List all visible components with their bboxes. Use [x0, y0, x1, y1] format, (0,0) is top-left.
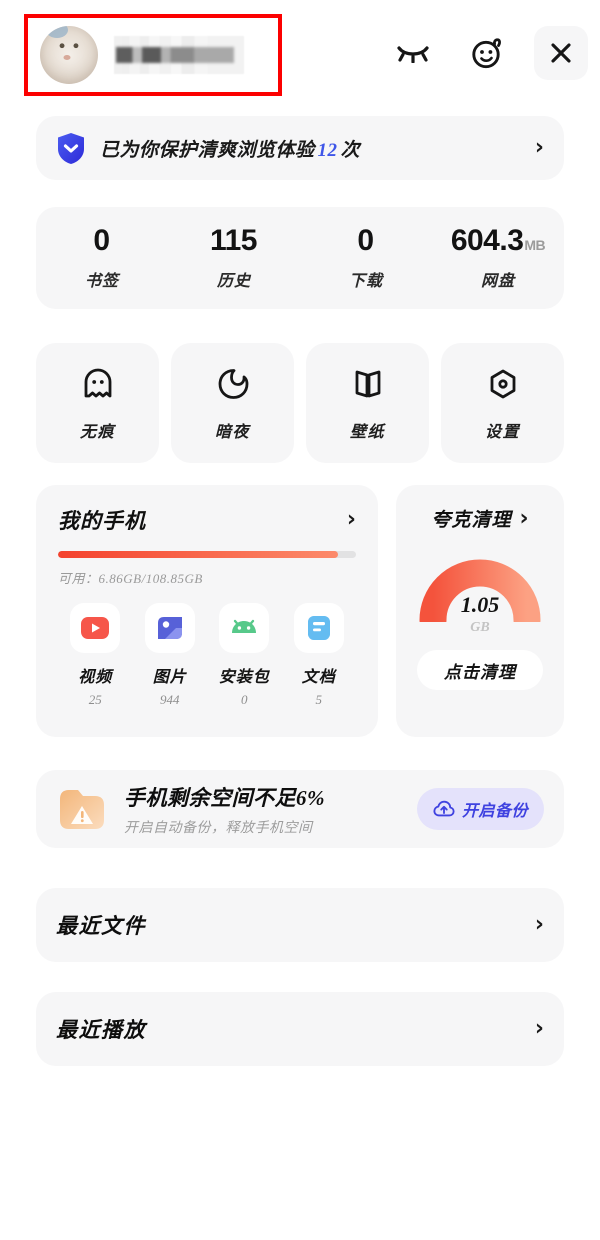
moon-icon	[218, 369, 248, 399]
clean-now-button[interactable]: 点击清理	[417, 650, 543, 690]
hexnut-icon	[490, 369, 515, 399]
storage-available-label: 可用：	[58, 571, 99, 586]
header-actions	[386, 26, 588, 80]
recent-played-row[interactable]: 最近播放 ›	[36, 992, 564, 1066]
file-category-label: 安装包	[218, 669, 270, 686]
video-icon	[81, 617, 110, 639]
chevron-right-icon[interactable]: ›	[347, 509, 356, 531]
recent-files-row[interactable]: 最近文件 ›	[36, 888, 564, 962]
recent-files-label: 最近文件	[56, 914, 146, 938]
storage-available-text: 可用：6.86GB/108.85GB	[58, 568, 356, 587]
stat-value: 115	[210, 223, 257, 257]
protection-banner[interactable]: 已为你保护清爽浏览体验 12 次 ›	[36, 116, 564, 180]
quark-my-page: 已为你保护清爽浏览体验 12 次 › 0 书签 115 历史 0 下载 604.3M…	[0, 0, 600, 1240]
stat-label: 历史	[216, 272, 251, 290]
image-icon-wrap	[144, 603, 195, 653]
android-icon-wrap	[219, 603, 270, 653]
stat-label: 下载	[348, 272, 383, 290]
tool-night-mode[interactable]: 暗夜	[171, 343, 294, 463]
profile-highlight-box[interactable]	[24, 14, 282, 96]
tool-incognito[interactable]: 无痕	[36, 343, 159, 463]
stat-label: 书签	[84, 272, 119, 290]
shield-icon	[56, 132, 86, 165]
enable-backup-button[interactable]: 开启备份	[416, 788, 544, 830]
file-category-label: 视频	[78, 669, 113, 686]
close-icon	[551, 43, 571, 63]
chevron-right-icon[interactable]: ›	[519, 507, 528, 530]
stats-card: 0 书签 115 历史 0 下载 604.3MB 网盘	[36, 207, 564, 309]
file-category-count: 5	[315, 692, 323, 707]
file-category-count: 0	[241, 692, 248, 707]
protection-text-main: 已为你保护清爽浏览体验	[100, 139, 315, 161]
chevron-right-icon: ›	[534, 135, 544, 160]
backup-title: 手机剩余空间不足6%	[124, 785, 325, 810]
stat-history[interactable]: 115 历史	[168, 223, 300, 291]
file-category-count: 25	[88, 692, 102, 707]
header	[0, 0, 600, 110]
tool-label: 暗夜	[214, 424, 250, 441]
stat-cloud-drive[interactable]: 604.3MB 网盘	[432, 223, 564, 291]
chevron-right-icon: ›	[534, 1016, 544, 1041]
backup-texts: 手机剩余空间不足6% 开启自动备份，释放手机空间	[124, 782, 325, 837]
quark-clean-header: 夸克清理 ›	[431, 505, 528, 532]
stat-bookmarks[interactable]: 0 书签	[36, 223, 168, 291]
quark-clean-title: 夸克清理	[431, 510, 512, 531]
gauge-unit: GB	[470, 620, 490, 635]
my-phone-title: 我的手机	[58, 509, 146, 533]
stat-downloads[interactable]: 0 下载	[300, 223, 432, 291]
file-category-apk[interactable]: 安装包 0	[207, 603, 282, 708]
tool-label: 无痕	[79, 424, 115, 441]
protection-text: 已为你保护清爽浏览体验 12 次	[100, 135, 360, 162]
protection-count: 12	[317, 139, 338, 161]
face-emoji-icon	[472, 38, 501, 69]
eye-closed-icon	[397, 46, 429, 63]
storage-available-value: 6.86GB/108.85GB	[98, 571, 203, 586]
face-emoji-icon-button[interactable]	[460, 26, 514, 80]
tool-wallpaper[interactable]: 壁纸	[306, 343, 429, 463]
file-category-document[interactable]: 文档 5	[282, 603, 357, 708]
stat-label: 网盘	[480, 272, 515, 290]
recent-played-label: 最近播放	[56, 1018, 146, 1042]
document-icon	[307, 616, 330, 640]
gauge-value: 1.05	[460, 592, 500, 617]
avatar[interactable]	[40, 26, 98, 84]
android-icon	[232, 619, 257, 633]
username-masked	[114, 36, 244, 74]
my-phone-card[interactable]: 我的手机 › 可用：6.86GB/108.85GB 视频 25 图片 944 安…	[36, 485, 378, 737]
file-category-label: 图片	[152, 669, 187, 686]
stat-value: 0	[357, 223, 374, 257]
file-category-label: 文档	[301, 669, 336, 686]
tool-settings[interactable]: 设置	[441, 343, 564, 463]
storage-progress-track	[58, 551, 356, 558]
tool-label: 壁纸	[349, 424, 385, 441]
video-icon-wrap	[70, 603, 121, 653]
enable-backup-label: 开启备份	[461, 803, 528, 820]
backup-subtitle: 开启自动备份，释放手机空间	[124, 820, 313, 836]
image-icon	[157, 617, 182, 639]
ghost-icon	[84, 368, 111, 398]
document-icon-wrap	[293, 603, 344, 653]
file-category-image[interactable]: 图片 944	[133, 603, 208, 708]
chevron-right-icon: ›	[534, 912, 544, 937]
junk-size-gauge: 1.05	[419, 550, 541, 634]
protection-text-suffix: 次	[340, 139, 361, 161]
close-button[interactable]	[534, 26, 588, 80]
tools-row: 无痕 暗夜 壁纸 设置	[36, 343, 564, 463]
cloud-upload-icon	[433, 800, 455, 817]
eye-closed-icon-button[interactable]	[386, 26, 440, 80]
folder-warning-icon	[56, 783, 108, 835]
backup-banner[interactable]: 手机剩余空间不足6% 开启自动备份，释放手机空间 开启备份	[36, 770, 564, 848]
file-categories: 视频 25 图片 944 安装包 0 文档 5	[58, 603, 356, 708]
storage-progress-fill	[58, 551, 339, 558]
stat-value: 604.3	[450, 223, 524, 257]
stat-unit: MB	[524, 236, 546, 253]
stat-value: 0	[93, 223, 110, 257]
quark-clean-card[interactable]: 夸克清理 › 1.05 GB 点击清理	[396, 485, 564, 737]
file-category-video[interactable]: 视频 25	[58, 603, 133, 708]
book-icon	[355, 370, 380, 398]
file-category-count: 944	[160, 692, 180, 707]
tool-label: 设置	[484, 424, 520, 441]
my-phone-header: 我的手机 ›	[58, 505, 356, 535]
